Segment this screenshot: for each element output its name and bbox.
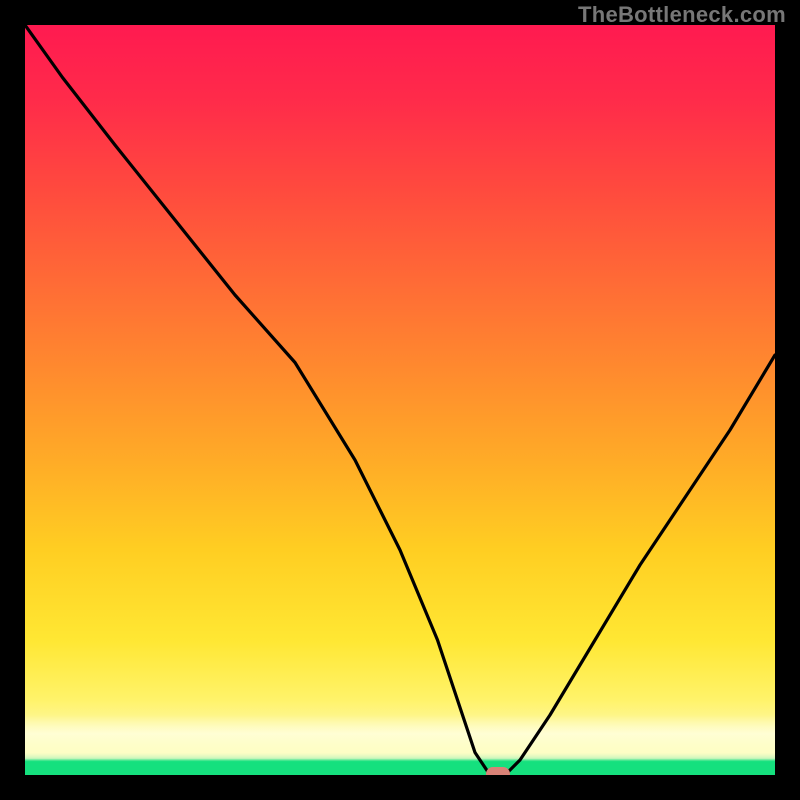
bottleneck-curve [25, 25, 775, 775]
curve-path [25, 25, 775, 775]
watermark-text: TheBottleneck.com [578, 2, 786, 28]
plot-area [25, 25, 775, 775]
optimum-marker [486, 767, 510, 775]
chart-stage: TheBottleneck.com [0, 0, 800, 800]
